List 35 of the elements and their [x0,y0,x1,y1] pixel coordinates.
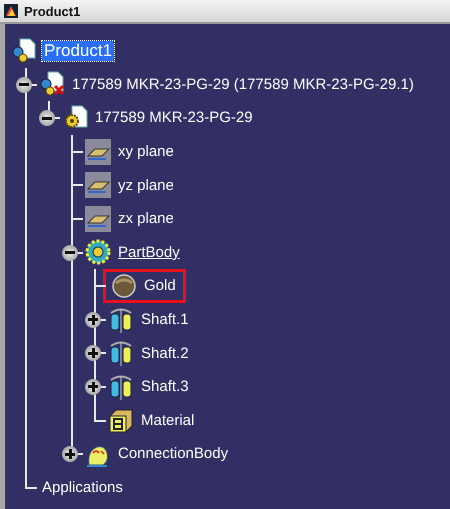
tree-item-label[interactable]: Shaft.3 [139,378,191,396]
tree-item-label[interactable]: ConnectionBody [116,445,230,462]
tree-item-label[interactable]: PartBody [116,244,182,261]
expand-toggle[interactable] [62,446,78,462]
shaft-icon [108,306,134,333]
tree-item-label[interactable]: 177589 MKR-23-PG-29 (177589 MKR-23-PG-29.1) [70,76,416,93]
window-title: Product1 [24,4,80,18]
tree-item-label[interactable]: zx plane [116,210,176,228]
body-icon [85,239,111,266]
tree-item-label[interactable]: 177589 MKR-23-PG-29 [93,109,255,126]
material-box-icon [108,407,134,434]
plane-icon [85,138,111,165]
plane-icon [85,172,111,198]
tree-item-label[interactable]: Shaft.1 [139,311,191,328]
product-icon [11,38,37,64]
plane-icon [85,206,111,232]
collapse-toggle[interactable] [16,76,32,93]
part-icon [62,104,88,131]
material-sphere-icon [111,272,137,299]
component-icon [39,71,65,98]
tree-item-label[interactable]: Product1 [42,40,114,61]
shaft-icon [108,374,134,400]
collapse-toggle[interactable] [62,244,78,261]
collapse-toggle[interactable] [39,110,55,126]
tree-item-label[interactable]: Gold [142,277,178,294]
expand-toggle[interactable] [85,345,101,362]
tree-item-label[interactable]: Shaft.2 [139,344,191,362]
expand-toggle[interactable] [85,312,101,328]
tree-item-label[interactable]: yz plane [116,176,176,194]
tree-item-label[interactable]: Material [139,412,196,429]
expand-toggle[interactable] [85,378,101,395]
app-logo-icon [4,4,18,18]
tree-item-label[interactable]: Applications [40,479,125,496]
tree-item-label[interactable]: xy plane [116,143,176,160]
shaft-icon [108,340,134,366]
